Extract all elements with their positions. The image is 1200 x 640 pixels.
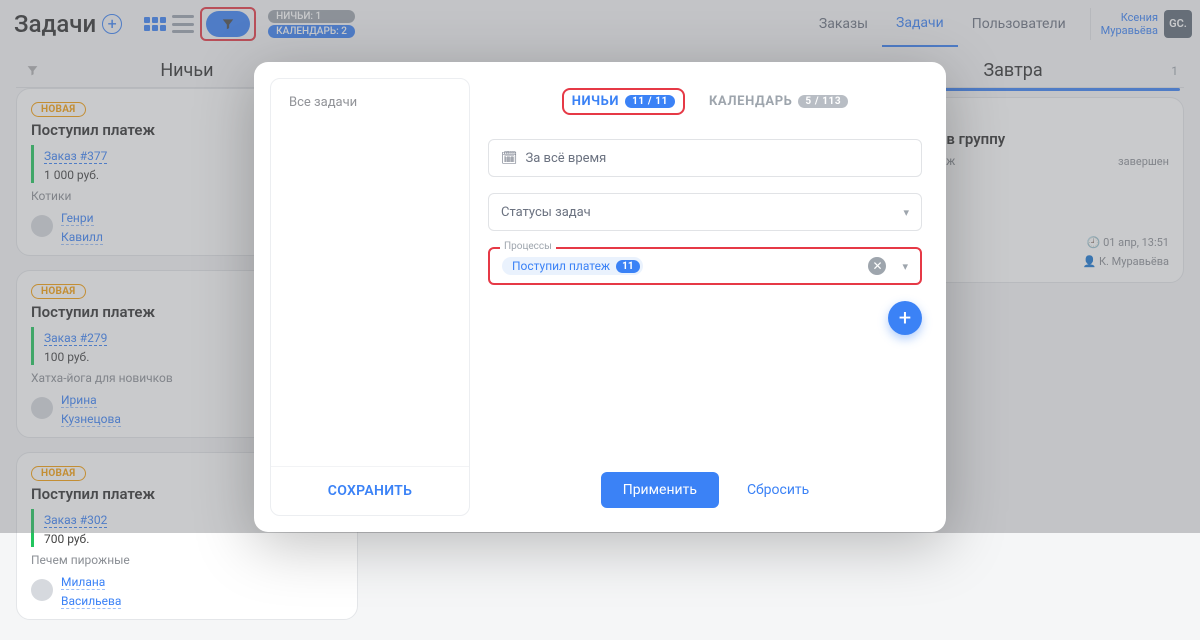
- chip-count: 11: [616, 260, 639, 273]
- chip-text: Поступил платеж: [512, 259, 610, 273]
- process-chip[interactable]: Поступил платеж 11: [502, 257, 643, 275]
- modal-sidebar: Все задачи СОХРАНИТЬ: [270, 78, 470, 516]
- filter-modal: Все задачи СОХРАНИТЬ НИЧЬИ 11 / 11 КАЛЕН…: [254, 62, 946, 532]
- status-placeholder: Статусы задач: [501, 205, 591, 220]
- status-select[interactable]: Статусы задач ▾: [488, 193, 922, 231]
- period-value: За всё время: [526, 151, 607, 166]
- tab-label: КАЛЕНДАРЬ: [709, 94, 792, 109]
- save-button[interactable]: СОХРАНИТЬ: [271, 466, 469, 515]
- process-label: Процессы: [500, 241, 556, 252]
- calendar-icon: 🗓: [501, 151, 518, 166]
- person-last: Васильева: [61, 594, 121, 609]
- filter-tabs: НИЧЬИ 11 / 11 КАЛЕНДАРЬ 5 / 113: [488, 88, 922, 115]
- person-avatar: [31, 579, 53, 601]
- modal-content: НИЧЬИ 11 / 11 КАЛЕНДАРЬ 5 / 113 🗓 За всё…: [486, 62, 946, 532]
- amount: 700 руб.: [44, 532, 89, 546]
- tab-count: 5 / 113: [798, 95, 848, 108]
- add-filter-button[interactable]: +: [888, 301, 922, 335]
- tab-count: 11 / 11: [625, 95, 675, 108]
- clear-icon[interactable]: ✕: [868, 257, 886, 275]
- tab-nobody[interactable]: НИЧЬИ 11 / 11: [572, 94, 675, 109]
- modal-actions: Применить Сбросить: [488, 472, 922, 514]
- tab-highlight: НИЧЬИ 11 / 11: [562, 88, 685, 115]
- period-select[interactable]: 🗓 За всё время: [488, 139, 922, 177]
- apply-button[interactable]: Применить: [601, 472, 719, 508]
- reset-button[interactable]: Сбросить: [747, 482, 809, 498]
- tab-label: НИЧЬИ: [572, 94, 619, 109]
- product-name: Печем пирожные: [31, 553, 343, 567]
- chevron-down-icon: ▾: [902, 260, 908, 273]
- tab-calendar[interactable]: КАЛЕНДАРЬ 5 / 113: [709, 94, 848, 109]
- chevron-down-icon: ▾: [903, 206, 909, 219]
- process-select[interactable]: Процессы Поступил платеж 11 ✕ ▾: [488, 247, 922, 285]
- all-tasks-item[interactable]: Все задачи: [271, 79, 469, 466]
- assignee[interactable]: Милана Васильева: [31, 571, 343, 609]
- person-first: Милана: [61, 575, 105, 590]
